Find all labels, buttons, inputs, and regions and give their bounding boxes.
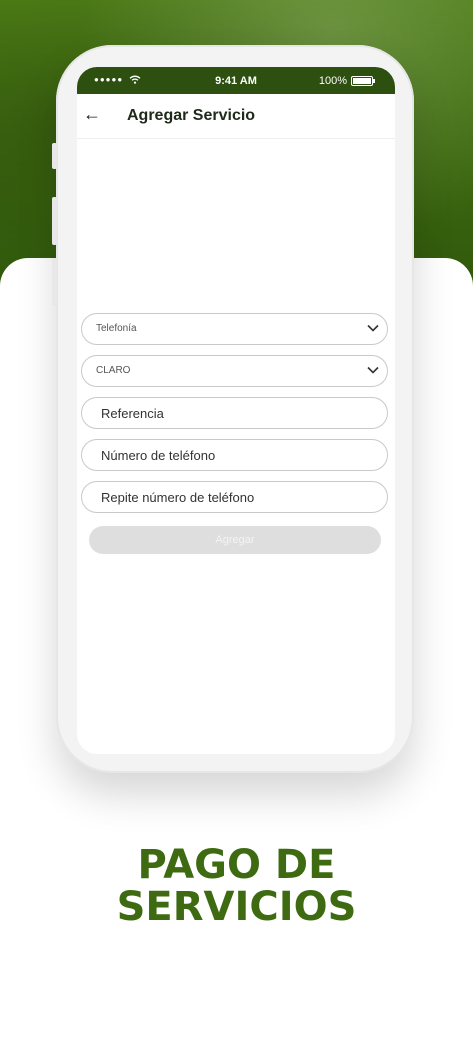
status-bar: ●●●●● 9:41 AM 100% [77, 67, 395, 94]
service-category-select[interactable]: Telefonía [81, 313, 388, 345]
service-category-value: Telefonía [96, 323, 137, 334]
phone-volume-down [52, 258, 57, 306]
add-service-form: Telefonía CLARO Referencia Número de tel… [81, 313, 388, 523]
phone-number-input[interactable]: Número de teléfono [81, 439, 388, 471]
chevron-down-icon [367, 324, 379, 332]
phone-screen: ●●●●● 9:41 AM 100% ← Agregar Servicio Te… [77, 67, 395, 754]
promo-headline-line2: SERVICIOS [116, 884, 357, 930]
page-title: Agregar Servicio [127, 107, 256, 124]
reference-input[interactable]: Referencia [81, 397, 388, 429]
phone-volume-up [52, 197, 57, 245]
add-button[interactable]: Agregar [89, 526, 381, 554]
provider-value: CLARO [96, 365, 131, 376]
phone-number-confirm-placeholder: Repite número de teléfono [101, 490, 255, 505]
promo-headline: PAGO DE SERVICIOS [0, 844, 473, 928]
app-header: ← Agregar Servicio [77, 94, 395, 139]
reference-placeholder: Referencia [101, 406, 164, 421]
back-arrow-icon[interactable]: ← [83, 104, 101, 125]
provider-select[interactable]: CLARO [81, 355, 388, 387]
battery-indicator: 100% [318, 75, 375, 87]
promo-headline-line1: PAGO DE [137, 842, 336, 888]
phone-number-placeholder: Número de teléfono [101, 448, 216, 463]
phone-mute-switch [52, 143, 57, 169]
phone-number-confirm-input[interactable]: Repite número de teléfono [81, 481, 388, 513]
battery-percent: 100% [318, 75, 347, 87]
battery-icon [351, 76, 375, 86]
chevron-down-icon [367, 366, 379, 374]
